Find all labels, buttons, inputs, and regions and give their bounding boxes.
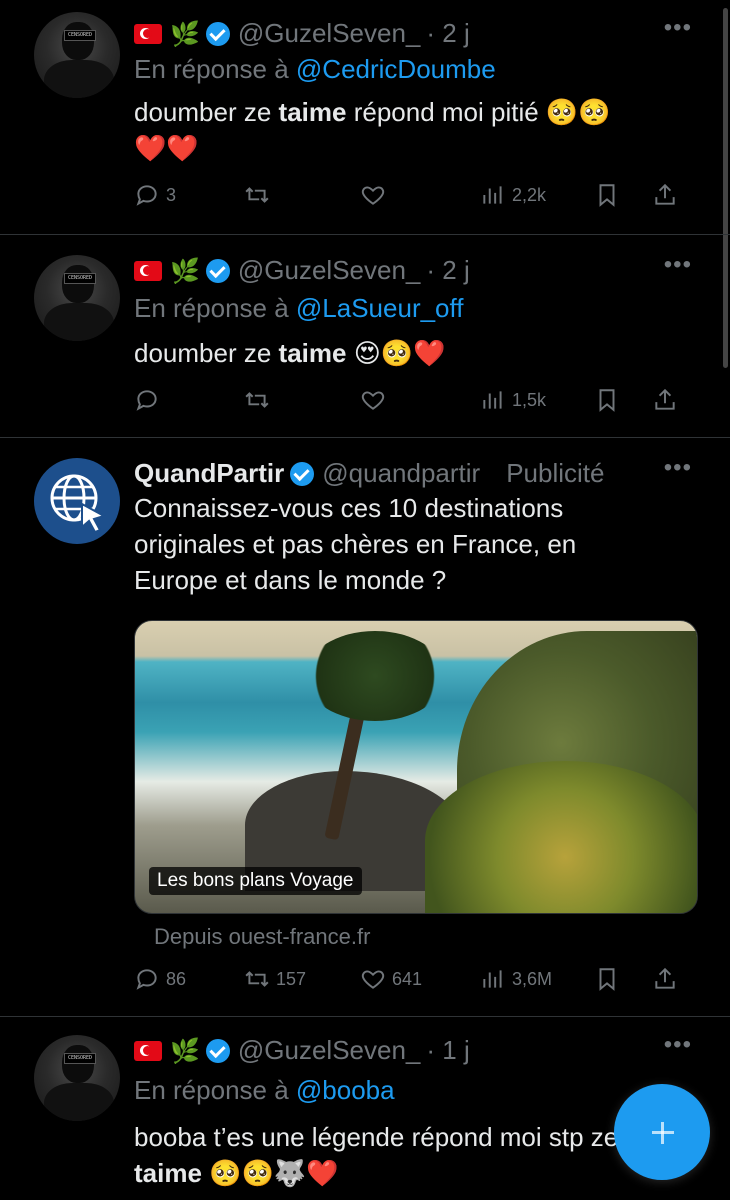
card-label: Les bons plans Voyage [149, 867, 362, 895]
bookmark-icon [594, 387, 620, 413]
reply-button[interactable]: 3 [134, 182, 244, 208]
tweet[interactable]: CENSORED 🌿 @GuzelSeven_ · 2 j ••• En rép… [0, 0, 730, 235]
tweet-text: booba t’es une légende répond moi stp ze… [134, 1122, 619, 1188]
avatar[interactable]: CENSORED [34, 1035, 120, 1121]
share-button[interactable] [652, 182, 678, 208]
views-button[interactable]: 2,2k [480, 182, 594, 208]
verified-icon [205, 258, 230, 283]
like-button[interactable] [360, 182, 480, 208]
turkey-flag-icon [134, 23, 162, 44]
bookmark-icon [594, 966, 620, 992]
share-button[interactable] [652, 966, 678, 992]
more-options-icon[interactable]: ••• [664, 1031, 692, 1059]
reply-prefix: En réponse à [134, 1075, 289, 1105]
avatar[interactable]: CENSORED [34, 255, 120, 341]
bookmark-button[interactable] [594, 387, 652, 413]
share-button[interactable] [652, 387, 678, 413]
views-icon [480, 182, 506, 208]
bookmark-button[interactable] [594, 182, 652, 208]
reply-mention[interactable]: @CedricDoumbe [296, 54, 496, 84]
views-button[interactable]: 3,6M [480, 966, 594, 992]
retweet-button[interactable] [244, 387, 360, 413]
views-button[interactable]: 1,5k [480, 387, 594, 413]
tweet-actions: 86 157 641 3,6M [134, 964, 696, 994]
leaf-icon: 🌿 [170, 256, 200, 285]
like-button[interactable]: 641 [360, 966, 480, 992]
share-icon [652, 966, 678, 992]
views-icon [480, 966, 506, 992]
heart-icon [360, 966, 386, 992]
tweet-header: 🌿 @GuzelSeven_ · 2 j [134, 255, 660, 286]
bookmark-icon [594, 182, 620, 208]
turkey-flag-icon [134, 260, 162, 281]
reply-mention[interactable]: @booba [296, 1075, 395, 1105]
reply-icon [134, 966, 160, 992]
share-icon [652, 387, 678, 413]
retweet-button[interactable]: 157 [244, 966, 360, 992]
reply-button[interactable] [134, 387, 244, 413]
reply-button[interactable]: 86 [134, 966, 244, 992]
card-source[interactable]: Depuis ouest-france.fr [154, 924, 370, 950]
author-handle[interactable]: @GuzelSeven_ [238, 255, 421, 286]
reply-icon [134, 387, 160, 413]
reply-context: En réponse à @booba [134, 1075, 395, 1106]
retweet-icon [244, 182, 270, 208]
tweet-header: QuandPartir @quandpartir Publicité [134, 458, 656, 489]
reply-mention[interactable]: @LaSueur_off [296, 293, 464, 323]
promoted-label: Publicité [506, 458, 605, 488]
tweet-text: doumber ze taime 😍🥺❤️ [134, 338, 446, 368]
retweet-button[interactable] [244, 182, 360, 208]
turkey-flag-icon [134, 1040, 162, 1061]
views-icon [480, 387, 506, 413]
tweet-time[interactable]: · 2 j [426, 255, 469, 286]
avatar[interactable]: CENSORED [34, 12, 120, 98]
like-button[interactable] [360, 387, 480, 413]
retweet-icon [244, 387, 270, 413]
advertiser-avatar[interactable] [34, 458, 120, 544]
author-handle[interactable]: @GuzelSeven_ [238, 1035, 421, 1066]
leaf-icon: 🌿 [170, 1036, 200, 1065]
author-handle[interactable]: @quandpartir [322, 458, 480, 489]
heart-icon [360, 387, 386, 413]
reply-context: En réponse à @CedricDoumbe [134, 54, 496, 85]
more-options-icon[interactable]: ••• [664, 454, 692, 482]
tweet-time[interactable]: · 1 j [426, 1035, 469, 1066]
tweet[interactable]: CENSORED 🌿 @GuzelSeven_ · 2 j ••• En rép… [0, 235, 730, 438]
more-options-icon[interactable]: ••• [664, 14, 692, 42]
retweet-icon [244, 966, 270, 992]
reply-icon [134, 182, 160, 208]
tweet-text: doumber ze taime répond moi pitié 🥺🥺 ❤️❤… [134, 97, 611, 163]
tweet-text: Connaissez-vous ces 10 destinations orig… [134, 493, 577, 595]
reply-context: En réponse à @LaSueur_off [134, 293, 464, 324]
tweet-actions: 1,5k [134, 385, 696, 415]
leaf-icon: 🌿 [170, 19, 200, 48]
tweet-header: 🌿 @GuzelSeven_ · 1 j [134, 1035, 660, 1066]
bookmark-button[interactable] [594, 966, 652, 992]
link-card-image[interactable]: Les bons plans Voyage [134, 620, 698, 914]
heart-icon [360, 182, 386, 208]
advertiser-name[interactable]: QuandPartir [134, 458, 284, 489]
globe-cursor-icon [50, 474, 107, 534]
reply-prefix: En réponse à [134, 54, 289, 84]
promoted-tweet[interactable]: QuandPartir @quandpartir Publicité ••• C… [0, 438, 730, 1017]
verified-icon [290, 461, 315, 486]
tweet-actions: 3 2,2k [134, 180, 696, 210]
tweet-time[interactable]: · 2 j [426, 18, 469, 49]
share-icon [652, 182, 678, 208]
author-handle[interactable]: @GuzelSeven_ [238, 18, 421, 49]
more-options-icon[interactable]: ••• [664, 251, 692, 279]
verified-icon [205, 21, 230, 46]
tweet-header: 🌿 @GuzelSeven_ · 2 j [134, 18, 660, 49]
compose-button[interactable] [614, 1084, 710, 1180]
verified-icon [205, 1038, 230, 1063]
reply-prefix: En réponse à [134, 293, 289, 323]
